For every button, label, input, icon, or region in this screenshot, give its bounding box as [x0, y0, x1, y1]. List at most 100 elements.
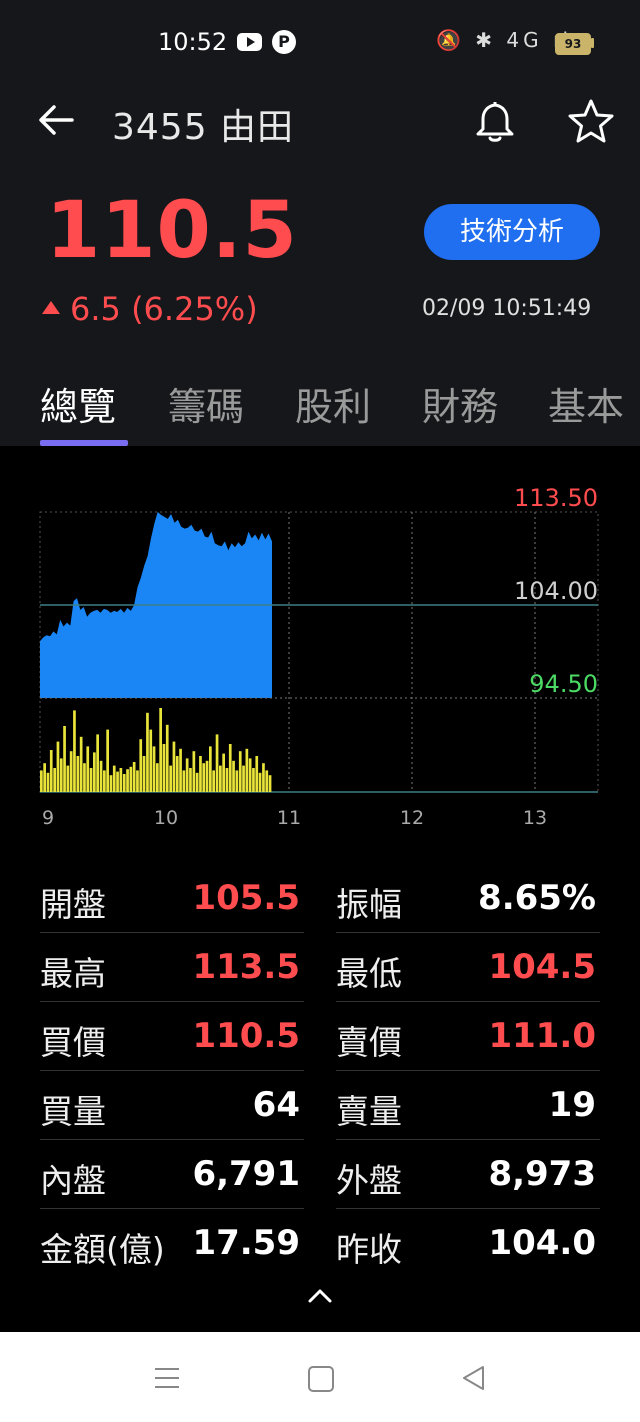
volume-bar	[238, 751, 242, 792]
volume-bar	[262, 763, 265, 792]
stock-title: 3455 由田	[112, 107, 295, 148]
star-icon[interactable]	[566, 98, 616, 144]
tab-dividends[interactable]: 股利	[295, 376, 371, 431]
volume-bar	[63, 726, 66, 792]
x-tick-label: 11	[277, 807, 301, 829]
volume-bar	[99, 760, 103, 792]
battery-icon: 93	[555, 33, 591, 55]
volume-bar	[59, 758, 63, 792]
volume-bar	[192, 751, 196, 792]
volume-bar	[175, 756, 179, 792]
volume-bar	[252, 768, 255, 792]
stat-cell: 最高 113.5	[40, 933, 304, 1002]
stat-value: 19	[548, 1085, 596, 1125]
stat-value: 64	[252, 1085, 300, 1125]
stat-label: 振幅	[336, 885, 402, 924]
stat-row: 買價 110.5 賣價 111.0	[40, 1002, 600, 1071]
stat-label: 外盤	[336, 1161, 402, 1200]
stat-row: 金額(億) 17.59 昨收 104.0	[40, 1209, 600, 1278]
stat-cell: 昨收 104.0	[336, 1209, 600, 1277]
stat-label: 買價	[40, 1023, 106, 1062]
recent-apps-icon[interactable]	[154, 1366, 180, 1390]
tab-financials[interactable]: 財務	[422, 376, 498, 431]
stat-value: 6,791	[192, 1154, 300, 1194]
volume-bar	[149, 729, 153, 792]
volume-bar	[202, 763, 206, 792]
volume-bar	[46, 772, 50, 792]
status-bar: 10:52 P 🔕 ✱ 4G ıl 93	[0, 0, 640, 84]
intraday-chart[interactable]: 113.50 104.00 94.50 9 10 11 12 13	[0, 446, 640, 846]
quote-timestamp: 02/09 10:51:49	[422, 296, 592, 321]
volume-bar	[228, 744, 232, 792]
stat-cell: 金額(億) 17.59	[40, 1209, 304, 1277]
stat-cell: 買價 110.5	[40, 1002, 304, 1071]
stat-label: 開盤	[40, 885, 106, 924]
quote-header: 10:52 P 🔕 ✱ 4G ıl 93 3455 由田 110.5 技術分析 …	[0, 0, 640, 446]
stat-label: 賣量	[336, 1092, 402, 1131]
tab-basics[interactable]: 基本	[548, 376, 624, 431]
volume-bar	[89, 768, 93, 792]
volume-bar	[93, 752, 96, 792]
tab-overview[interactable]: 總覽	[40, 376, 116, 431]
volume-bar	[69, 751, 73, 792]
price-change: 6.5 (6.25%)	[42, 290, 258, 328]
bell-icon[interactable]	[472, 98, 518, 144]
stat-cell: 內盤 6,791	[40, 1140, 304, 1209]
parking-icon: P	[272, 30, 296, 54]
chevron-up-icon[interactable]	[305, 1286, 335, 1306]
back-arrow-icon[interactable]	[36, 102, 76, 138]
volume-bar	[219, 765, 222, 792]
volume-bar	[109, 775, 113, 792]
volume-bar	[119, 768, 123, 792]
volume-bar	[245, 748, 249, 792]
stat-value: 105.5	[192, 878, 300, 918]
x-tick-label: 10	[154, 807, 178, 829]
x-tick-label: 9	[42, 807, 54, 829]
volume-bar	[232, 760, 235, 792]
volume-bar	[212, 770, 215, 792]
volume-bar	[156, 763, 159, 792]
stat-cell: 振幅 8.65%	[336, 864, 600, 933]
home-icon[interactable]	[308, 1366, 334, 1392]
nav-back-icon[interactable]	[460, 1364, 486, 1392]
stat-label: 買量	[40, 1092, 106, 1131]
volume-bar	[49, 750, 53, 792]
system-nav-bar	[0, 1332, 640, 1422]
tab-bar: 總覽 籌碼 股利 財務 基本	[0, 372, 640, 446]
stat-cell: 開盤 105.5	[40, 864, 304, 933]
volume-bar	[195, 772, 199, 792]
volume-bar	[40, 770, 43, 792]
stat-row: 開盤 105.5 振幅 8.65%	[40, 864, 600, 933]
volume-bar	[96, 734, 99, 792]
volume-bar	[189, 768, 192, 792]
stat-cell: 賣價 111.0	[336, 1002, 600, 1071]
stat-label: 昨收	[336, 1230, 402, 1269]
volume-bar	[73, 710, 76, 792]
current-price: 110.5	[46, 186, 298, 276]
stat-value: 104.5	[488, 947, 596, 987]
volume-bar	[53, 768, 56, 792]
volume-bar	[106, 729, 109, 792]
tab-chips[interactable]: 籌碼	[168, 376, 244, 431]
volume-bar	[268, 775, 272, 792]
stats-table: 開盤 105.5 振幅 8.65% 最高 113.5 最低 104.5 買價 110.5 賣價 111…	[40, 864, 600, 1278]
volume-bar	[132, 762, 136, 792]
stat-value: 8,973	[488, 1154, 596, 1194]
volume-bar	[159, 708, 162, 792]
volume-bar	[165, 724, 169, 792]
status-time: 10:52	[158, 28, 228, 56]
technical-analysis-button[interactable]: 技術分析	[424, 204, 600, 260]
up-triangle-icon	[42, 301, 60, 314]
volume-bar	[152, 746, 156, 792]
volume-bar	[215, 734, 219, 792]
volume-bar	[265, 770, 269, 792]
stat-label: 內盤	[40, 1161, 106, 1200]
volume-bar	[209, 746, 212, 792]
volume-bar	[136, 770, 139, 792]
volume-bar	[258, 772, 262, 792]
chart-svg: 113.50 104.00 94.50 9 10 11 12 13	[39, 484, 599, 829]
price-low-label: 94.50	[529, 670, 598, 698]
volume-bar	[66, 765, 70, 792]
youtube-icon	[237, 33, 262, 51]
volume-bar	[76, 756, 80, 792]
